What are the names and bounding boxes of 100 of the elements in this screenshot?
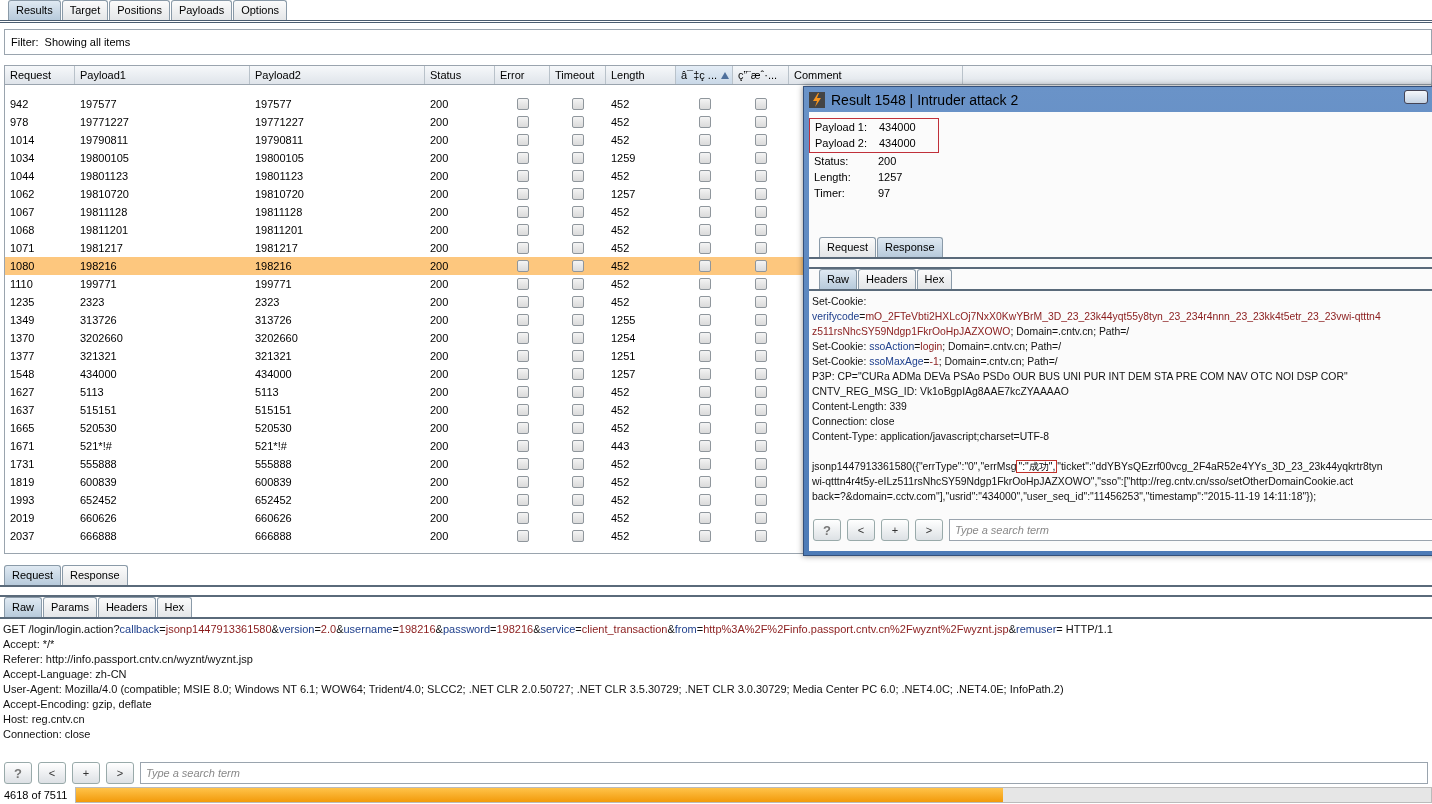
checkbox[interactable] <box>755 332 767 344</box>
tab[interactable]: Headers <box>858 269 916 289</box>
tab[interactable]: Positions <box>109 0 170 20</box>
checkbox[interactable] <box>698 296 711 308</box>
checkbox[interactable] <box>572 260 584 272</box>
checkbox[interactable] <box>698 314 711 326</box>
checkbox[interactable] <box>572 476 584 488</box>
checkbox[interactable] <box>755 170 767 182</box>
checkbox[interactable] <box>572 440 584 452</box>
checkbox[interactable] <box>516 152 529 164</box>
checkbox[interactable] <box>698 260 711 272</box>
checkbox[interactable] <box>516 386 529 398</box>
checkbox[interactable] <box>516 188 529 200</box>
checkbox[interactable] <box>572 386 584 398</box>
tab[interactable]: Raw <box>819 269 857 289</box>
checkbox[interactable] <box>516 170 529 182</box>
checkbox[interactable] <box>572 404 584 416</box>
checkbox[interactable] <box>572 458 584 470</box>
checkbox[interactable] <box>698 206 711 218</box>
checkbox[interactable] <box>755 440 767 452</box>
checkbox[interactable] <box>572 134 584 146</box>
checkbox[interactable] <box>755 296 767 308</box>
checkbox[interactable] <box>516 332 529 344</box>
search-field[interactable]: Type a search term <box>949 519 1432 541</box>
checkbox[interactable] <box>755 206 767 218</box>
checkbox[interactable] <box>698 242 711 254</box>
add-button[interactable]: + <box>881 519 909 541</box>
checkbox[interactable] <box>572 116 584 128</box>
checkbox[interactable] <box>572 422 584 434</box>
checkbox[interactable] <box>698 530 711 542</box>
checkbox[interactable] <box>755 422 767 434</box>
checkbox[interactable] <box>572 512 584 524</box>
checkbox[interactable] <box>698 512 711 524</box>
table-row[interactable]: 1068 19811201 19811201 200 452 <box>5 221 1431 239</box>
checkbox[interactable] <box>572 170 584 182</box>
checkbox[interactable] <box>572 350 584 362</box>
column-header[interactable]: ç”¨æˆ·... <box>733 66 789 84</box>
checkbox[interactable] <box>698 134 711 146</box>
checkbox[interactable] <box>698 476 711 488</box>
filter-label[interactable]: Filter: Showing all items <box>11 36 131 48</box>
column-header[interactable]: Comment <box>789 66 963 84</box>
next-button[interactable]: > <box>106 762 134 784</box>
next-button[interactable]: > <box>915 519 943 541</box>
checkbox[interactable] <box>516 206 529 218</box>
checkbox[interactable] <box>755 494 767 506</box>
add-button[interactable]: + <box>72 762 100 784</box>
checkbox[interactable] <box>572 152 584 164</box>
checkbox[interactable] <box>698 422 711 434</box>
checkbox[interactable] <box>572 296 584 308</box>
checkbox[interactable] <box>516 242 529 254</box>
checkbox[interactable] <box>698 98 711 110</box>
help-button[interactable]: ? <box>813 519 841 541</box>
checkbox[interactable] <box>755 134 767 146</box>
checkbox[interactable] <box>698 404 711 416</box>
tab[interactable]: Payloads <box>170 0 233 20</box>
checkbox[interactable] <box>698 332 711 344</box>
previous-button[interactable]: < <box>38 762 66 784</box>
checkbox[interactable] <box>698 224 711 236</box>
help-button[interactable]: ? <box>4 762 32 784</box>
checkbox[interactable] <box>755 188 767 200</box>
checkbox[interactable] <box>755 404 767 416</box>
checkbox[interactable] <box>572 224 584 236</box>
column-header[interactable]: â¯‡ç ... <box>676 66 733 84</box>
tab[interactable]: Options <box>233 0 288 20</box>
tab[interactable]: Params <box>43 597 97 617</box>
checkbox[interactable] <box>755 278 767 290</box>
checkbox[interactable] <box>698 368 711 380</box>
tab[interactable]: Response <box>62 565 128 585</box>
checkbox[interactable] <box>572 314 584 326</box>
checkbox[interactable] <box>516 368 529 380</box>
checkbox[interactable] <box>755 368 767 380</box>
checkbox[interactable] <box>698 152 711 164</box>
checkbox[interactable] <box>516 260 529 272</box>
checkbox[interactable] <box>516 350 529 362</box>
checkbox[interactable] <box>755 314 767 326</box>
column-header[interactable]: Status <box>425 66 495 84</box>
tab[interactable]: Hex <box>156 597 193 617</box>
tab[interactable]: Request <box>819 237 876 257</box>
table-row[interactable]: 1067 19811128 19811128 200 452 <box>5 203 1431 221</box>
checkbox[interactable] <box>755 530 767 542</box>
checkbox[interactable] <box>755 386 767 398</box>
checkbox[interactable] <box>516 98 529 110</box>
checkbox[interactable] <box>698 188 711 200</box>
checkbox[interactable] <box>516 476 529 488</box>
checkbox[interactable] <box>755 260 767 272</box>
search-field[interactable]: Type a search term <box>140 762 1428 784</box>
checkbox[interactable] <box>516 314 529 326</box>
checkbox[interactable] <box>516 494 529 506</box>
checkbox[interactable] <box>516 278 529 290</box>
checkbox[interactable] <box>755 458 767 470</box>
tab[interactable]: Results <box>8 0 61 20</box>
checkbox[interactable] <box>755 476 767 488</box>
checkbox[interactable] <box>572 368 584 380</box>
previous-button[interactable]: < <box>847 519 875 541</box>
checkbox[interactable] <box>516 116 529 128</box>
checkbox[interactable] <box>755 224 767 236</box>
checkbox[interactable] <box>516 530 529 542</box>
checkbox[interactable] <box>516 404 529 416</box>
checkbox[interactable] <box>516 134 529 146</box>
tab[interactable]: Request <box>4 565 61 585</box>
